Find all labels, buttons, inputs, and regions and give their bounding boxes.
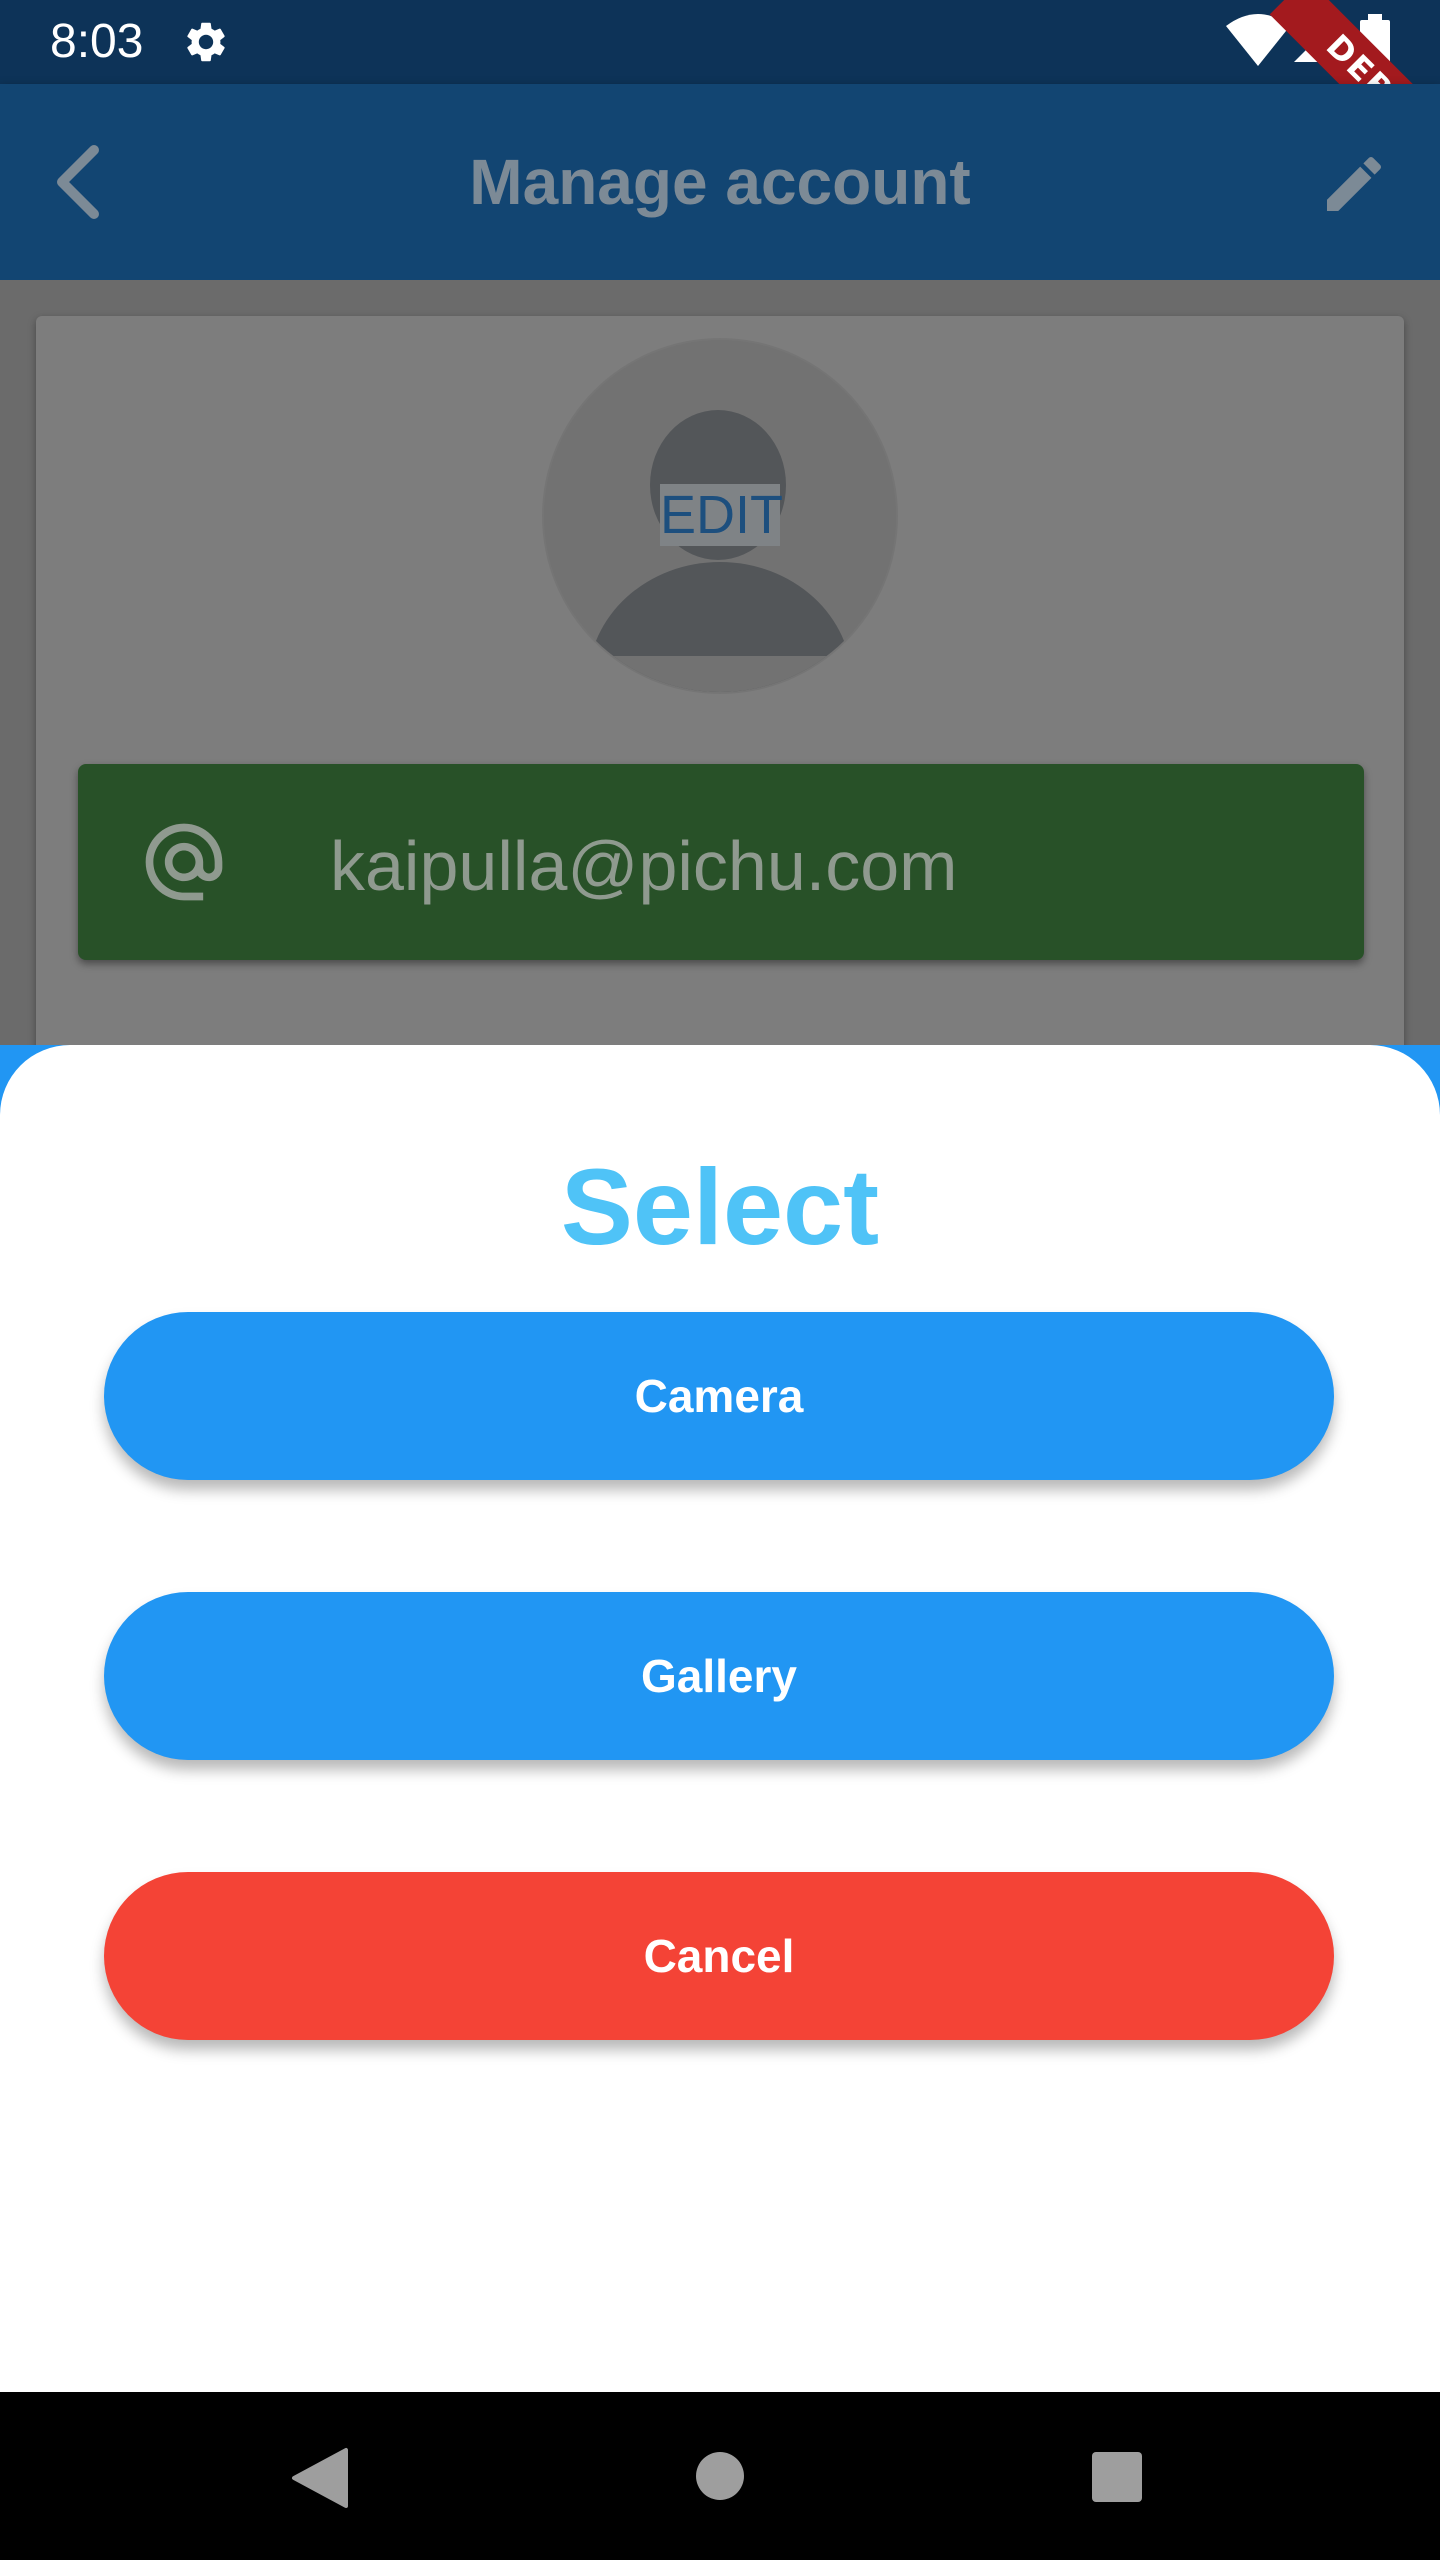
nav-back-icon[interactable] xyxy=(290,2446,350,2510)
app-bar: Manage account xyxy=(0,84,1440,280)
email-value: kaipulla@pichu.com xyxy=(330,827,958,905)
camera-button[interactable]: Camera xyxy=(104,1312,1334,1480)
avatar-edit-label[interactable]: EDIT xyxy=(660,484,783,546)
email-field[interactable]: kaipulla@pichu.com xyxy=(78,764,1364,960)
pencil-icon[interactable] xyxy=(1318,148,1390,220)
navigation-bar xyxy=(0,2392,1440,2560)
settings-icon xyxy=(187,22,225,62)
cancel-button[interactable]: Cancel xyxy=(104,1872,1334,2040)
bottom-sheet: Select Camera Gallery Cancel xyxy=(0,1045,1440,2392)
status-bar: 8:03 xyxy=(0,0,1440,84)
profile-card: EDIT kaipulla@pichu.com xyxy=(36,316,1404,1076)
nav-home-icon[interactable] xyxy=(694,2450,746,2502)
gallery-button[interactable]: Gallery xyxy=(104,1592,1334,1760)
sheet-title: Select xyxy=(560,1146,880,1267)
at-sign-icon xyxy=(145,823,223,901)
page-content: EDIT kaipulla@pichu.com xyxy=(0,280,1440,1076)
status-time: 8:03 xyxy=(50,15,144,68)
nav-recents-icon[interactable] xyxy=(1090,2450,1144,2504)
page-title: Manage account xyxy=(469,146,971,218)
avatar[interactable]: EDIT xyxy=(544,340,896,692)
